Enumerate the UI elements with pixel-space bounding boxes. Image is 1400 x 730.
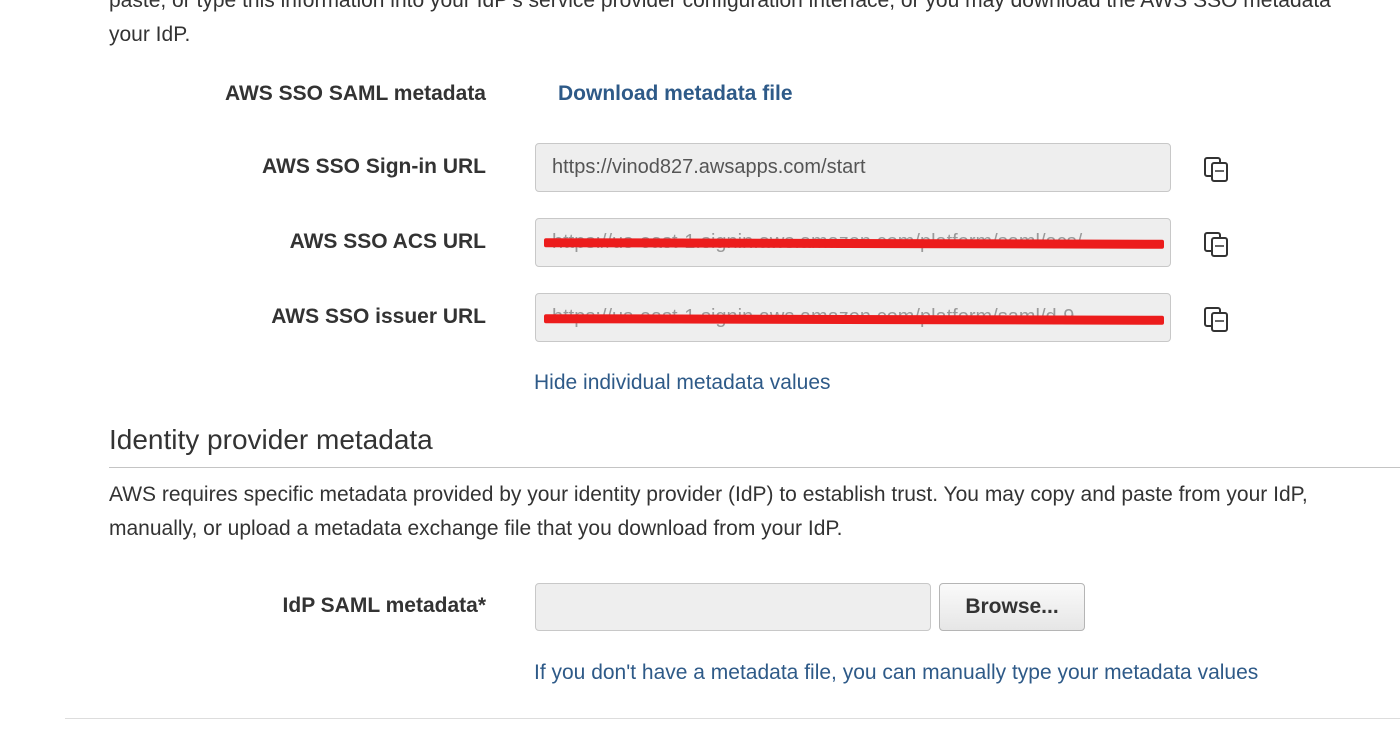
identity-source-settings-page: paste, or type this information into you… [0,0,1400,730]
acs-url-field[interactable]: https://us-east-1.signin.aws.amazon.com/… [535,218,1171,267]
acs-url-label: AWS SSO ACS URL [289,230,486,253]
download-metadata-link[interactable]: Download metadata file [558,82,793,106]
idp-saml-metadata-label: IdP SAML metadata* [282,594,486,617]
copy-sign-in-url-icon[interactable] [1202,155,1230,183]
redaction-mark [543,314,1165,325]
intro-text: paste, or type this information into you… [109,0,1400,52]
idp-desc-line-2: manually, or upload a metadata exchange … [109,517,843,540]
manual-metadata-link[interactable]: If you don't have a metadata file, you c… [534,661,1258,685]
bottom-divider [65,718,1400,719]
copy-acs-url-icon[interactable] [1202,230,1230,258]
browse-button[interactable]: Browse... [939,583,1085,631]
hide-metadata-values-link[interactable]: Hide individual metadata values [534,371,831,395]
idp-desc-line-1: AWS requires specific metadata provided … [109,483,1308,506]
intro-line-2: your IdP. [109,23,191,46]
section-divider [109,467,1400,468]
issuer-url-field[interactable]: https://us-east-1.signin.aws.amazon.com/… [535,293,1171,342]
issuer-url-label: AWS SSO issuer URL [271,305,486,328]
redaction-mark [543,238,1165,249]
idp-metadata-heading: Identity provider metadata [109,424,433,455]
sign-in-url-field[interactable]: https://vinod827.awsapps.com/start [535,143,1171,192]
intro-line-1: paste, or type this information into you… [109,0,1331,12]
copy-issuer-url-icon[interactable] [1202,305,1230,333]
sso-saml-metadata-label: AWS SSO SAML metadata [224,82,486,105]
sign-in-url-label: AWS SSO Sign-in URL [262,155,486,178]
idp-metadata-description: AWS requires specific metadata provided … [109,478,1400,546]
idp-metadata-file-input[interactable] [535,583,931,631]
sign-in-url-value: https://vinod827.awsapps.com/start [552,156,866,178]
